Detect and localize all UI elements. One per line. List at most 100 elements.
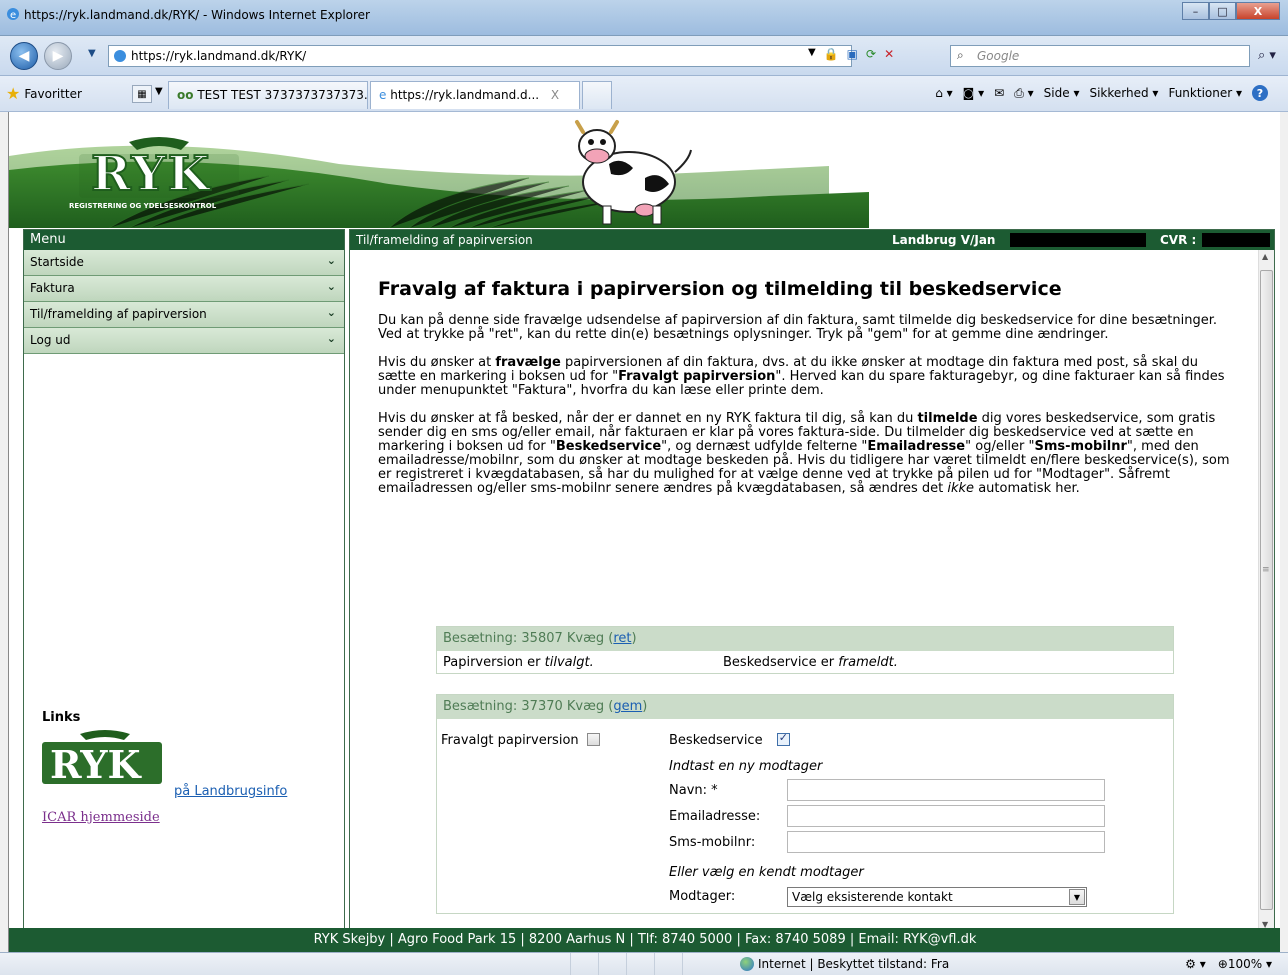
- tab-label: TEST TEST 3737373737373...: [197, 88, 368, 102]
- content-header-title: Til/framelding af papirversion: [356, 233, 533, 247]
- chevron-down-icon[interactable]: ▼: [1069, 889, 1085, 905]
- modtager-label: Modtager:: [669, 889, 736, 904]
- window-controls: – □ X: [1182, 2, 1280, 20]
- links-heading: Links: [42, 710, 81, 725]
- ryk-logo[interactable]: RYK REGISTRERING OG YDELSESKONTROL: [69, 132, 249, 216]
- chevron-down-icon: ⌄: [326, 306, 336, 319]
- favorites-button[interactable]: ★ Favoritter: [6, 84, 82, 103]
- refresh-icon[interactable]: ⟳: [866, 47, 876, 61]
- tab-toolbar: ★ Favoritter ▦ ▼ oo TEST TEST 3737373737…: [0, 76, 1288, 112]
- beskedservice-row: Beskedservice: [669, 731, 790, 748]
- home-icon[interactable]: ⌂ ▾: [935, 86, 952, 100]
- star-icon: ★: [6, 84, 21, 103]
- lock-icon[interactable]: 🔒: [824, 47, 839, 61]
- forward-arrow-icon: ▶: [52, 48, 64, 64]
- search-input[interactable]: ⌕ Google: [950, 45, 1250, 67]
- sidebar-item-papirversion[interactable]: Til/framelding af papirversion ⌄: [24, 302, 344, 328]
- sidebar-item-faktura[interactable]: Faktura ⌄: [24, 276, 344, 302]
- tools-menu[interactable]: Funktioner ▾: [1168, 86, 1242, 100]
- content-body: Fravalg af faktura i papirversion og til…: [350, 250, 1256, 930]
- menu-header: Menu: [24, 230, 344, 250]
- tab-icon: oo: [177, 88, 194, 102]
- search-icon[interactable]: ⌕ ▾: [1258, 48, 1276, 63]
- scroll-up-icon[interactable]: ▲: [1262, 252, 1268, 261]
- beskedservice-paragraph: Hvis du ønsker at få besked, når der er …: [378, 411, 1230, 496]
- fravalg-paragraph: Hvis du ønsker at fravælge papirversione…: [378, 355, 1225, 398]
- ie-logo-icon: e: [7, 8, 19, 21]
- scrollbar-thumb[interactable]: [1260, 270, 1273, 910]
- beskedservice-checkbox[interactable]: [776, 731, 790, 746]
- modtager-select[interactable]: Vælg eksisterende kontakt ▼: [787, 887, 1087, 907]
- fravalgt-row: Fravalgt papirversion: [441, 733, 600, 748]
- herd-header: Besætning: 37370 Kvæg (gem): [437, 695, 1173, 719]
- chevron-down-icon: ⌄: [326, 254, 336, 267]
- main-panel: Til/framelding af papirversion Landbrug …: [349, 229, 1275, 932]
- sms-label: Sms-mobilnr:: [669, 835, 756, 850]
- page-viewport: RYK REGISTRERING OG YDELSESKONTROL Menu …: [8, 112, 1280, 952]
- address-dropdown-icon[interactable]: ▼: [808, 47, 816, 61]
- herd-37370-panel: Besætning: 37370 Kvæg (gem) Fravalgt pap…: [436, 694, 1174, 914]
- zoom-control[interactable]: ⊕100% ▾: [1218, 957, 1272, 971]
- maximize-button[interactable]: □: [1209, 2, 1236, 20]
- back-button[interactable]: ◀: [10, 42, 38, 70]
- page-menu[interactable]: Side ▾: [1044, 86, 1080, 100]
- feeds-icon[interactable]: ◙ ▾: [963, 86, 984, 100]
- ryk-landbrugsinfo-logo[interactable]: RYK: [40, 728, 170, 790]
- svg-text:e: e: [10, 10, 16, 21]
- fravalgt-checkbox[interactable]: [586, 733, 600, 746]
- stop-icon[interactable]: ✕: [884, 47, 894, 61]
- redaction-block: [1202, 233, 1270, 247]
- scroll-grip-icon: ≡: [1262, 565, 1270, 575]
- security-zone[interactable]: Internet | Beskyttet tilstand: Fra: [740, 957, 949, 971]
- sms-field[interactable]: [787, 831, 1105, 853]
- close-window-button[interactable]: X: [1236, 2, 1280, 20]
- paper-status: Papirversion er tilvalgt.: [443, 655, 594, 670]
- known-recipient-heading: Eller vælg en kendt modtager: [669, 865, 864, 880]
- address-actions: ▼ 🔒 ▣ ⟳ ✕: [808, 47, 894, 61]
- search-placeholder: Google: [977, 49, 1020, 63]
- beskedservice-label: Beskedservice: [669, 733, 763, 748]
- tab-ie-icon: e: [379, 88, 387, 102]
- email-label: Emailadresse:: [669, 809, 761, 824]
- navn-field[interactable]: [787, 779, 1105, 801]
- print-icon[interactable]: ⎙ ▾: [1014, 86, 1033, 101]
- sidebar-item-startside[interactable]: Startside ⌄: [24, 250, 344, 276]
- ryk-logo-text: RYK: [90, 145, 212, 203]
- safety-menu[interactable]: Sikkerhed ▾: [1089, 86, 1158, 100]
- back-arrow-icon: ◀: [18, 48, 30, 64]
- tab-test[interactable]: oo TEST TEST 3737373737373...: [168, 81, 368, 109]
- edit-link[interactable]: ret: [613, 631, 631, 646]
- tab-label: https://ryk.landmand.d...: [390, 88, 540, 102]
- new-tab-button[interactable]: [582, 81, 612, 109]
- favorites-label: Favoritter: [24, 86, 82, 101]
- minimize-button[interactable]: –: [1182, 2, 1209, 20]
- compat-view-icon[interactable]: ▣: [847, 47, 858, 61]
- icar-link[interactable]: ICAR hjemmeside: [42, 810, 160, 825]
- tab-list-dropdown-icon[interactable]: ▼: [155, 86, 163, 97]
- protected-mode-icon[interactable]: ⚙ ▾: [1185, 957, 1206, 971]
- close-tab-icon[interactable]: X: [551, 88, 559, 102]
- service-status: Beskedservice er frameldt.: [723, 655, 898, 670]
- tab-ryk[interactable]: e https://ryk.landmand.d... X: [370, 81, 580, 109]
- intro-paragraph: Du kan på denne side fravælge udsendelse…: [378, 313, 1217, 342]
- save-link[interactable]: gem: [613, 699, 642, 714]
- sidebar-item-label: Startside: [30, 255, 84, 269]
- search-engine-icon: ⌕: [957, 48, 964, 62]
- quick-tabs-button[interactable]: ▦: [132, 85, 152, 103]
- address-input[interactable]: https://ryk.landmand.dk/RYK/: [108, 45, 852, 67]
- command-bar: ⌂ ▾ ◙ ▾ ✉ ⎙ ▾ Side ▾ Sikkerhed ▾ Funktio…: [935, 85, 1268, 101]
- email-field[interactable]: [787, 805, 1105, 827]
- history-dropdown-icon[interactable]: ▼: [88, 48, 96, 59]
- address-toolbar: ◀ ▶ ▼ https://ryk.landmand.dk/RYK/ ▼ 🔒 ▣…: [0, 36, 1288, 76]
- herd-status-row: Papirversion er tilvalgt. Beskedservice …: [437, 651, 1173, 675]
- page-icon: [114, 50, 126, 62]
- mail-icon[interactable]: ✉: [994, 86, 1004, 100]
- vertical-scrollbar[interactable]: ▲ ≡ ▼: [1258, 250, 1274, 931]
- page-title: Fravalg af faktura i papirversion og til…: [378, 278, 1062, 300]
- new-recipient-heading: Indtast en ny modtager: [669, 759, 823, 774]
- landbrugsinfo-link[interactable]: på Landbrugsinfo: [174, 784, 287, 799]
- forward-button[interactable]: ▶: [44, 42, 72, 70]
- herd-header: Besætning: 35807 Kvæg (ret): [437, 627, 1173, 651]
- help-icon[interactable]: ?: [1252, 85, 1268, 101]
- sidebar-item-log-ud[interactable]: Log ud ⌄: [24, 328, 344, 354]
